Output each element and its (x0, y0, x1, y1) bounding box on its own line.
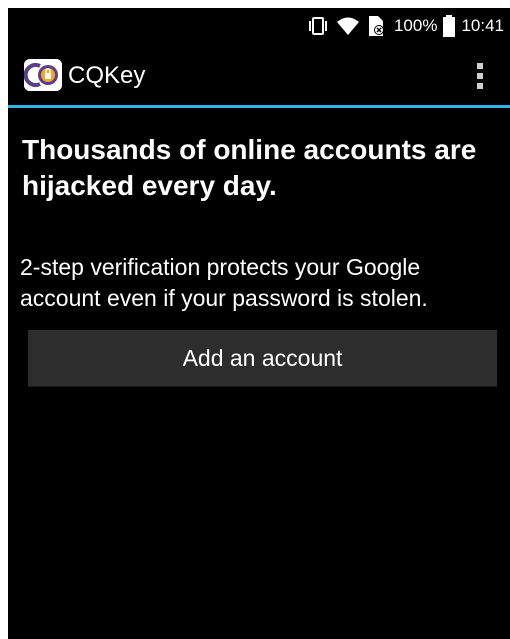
clock-time: 10:41 (461, 16, 504, 35)
sim-card-icon (366, 15, 386, 37)
wifi-icon (336, 15, 360, 37)
status-bar: 100% 10:41 (8, 8, 510, 44)
vibrate-icon (306, 15, 330, 37)
description-text: 2-step verification protects your Google… (20, 254, 428, 311)
add-account-button[interactable]: Add an account (28, 330, 497, 387)
menu-dot (477, 73, 483, 79)
battery-percent: 100% (393, 16, 438, 35)
menu-dot (477, 63, 483, 69)
overflow-menu-icon[interactable] (468, 58, 492, 94)
headline: Thousands of online accounts are hijacke… (22, 134, 477, 201)
app-title: CQKey (68, 62, 146, 89)
menu-dot (477, 83, 483, 89)
action-bar: CQKey (8, 44, 510, 108)
phone-screen: 100% 10:41 CQKey Thousands of online acc… (8, 8, 510, 639)
battery-icon (443, 15, 456, 37)
cqkey-logo-icon (24, 59, 62, 91)
